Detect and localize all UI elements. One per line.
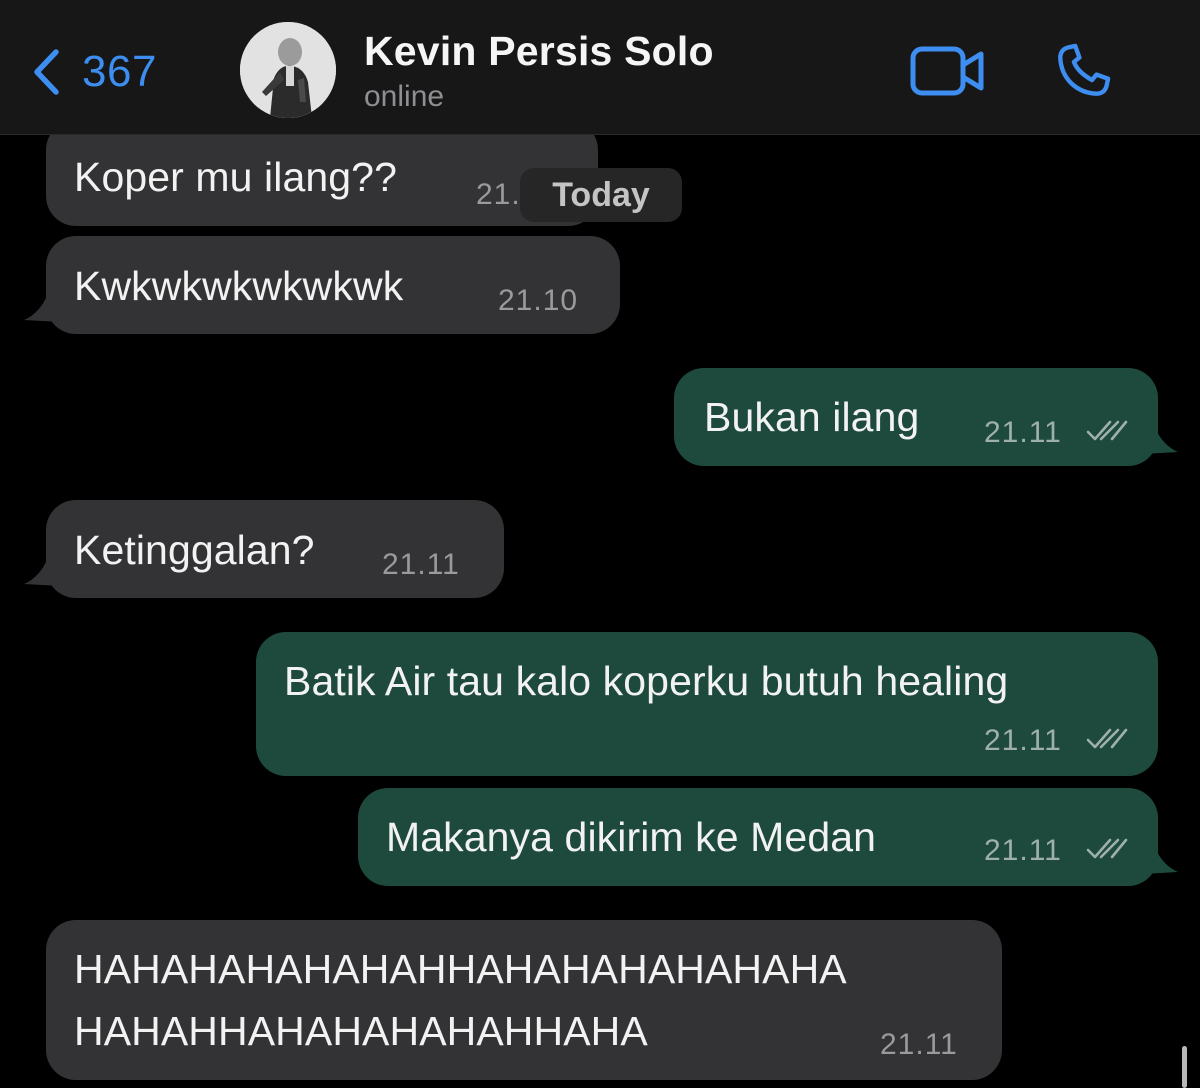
double-check-icon [1086, 420, 1128, 441]
chevron-left-icon [32, 48, 60, 96]
message-bubble-incoming[interactable]: Ketinggalan? 21.11 [46, 500, 504, 598]
bubble-tail [24, 562, 60, 586]
voice-call-button[interactable] [1052, 40, 1114, 107]
contact-avatar[interactable] [240, 22, 336, 118]
message-text-line: HAHAHAHAHAHAHHAHAHAHAHAHAHA [74, 946, 847, 992]
message-time: 21.11 [984, 724, 1062, 757]
message-text: Ketinggalan? [74, 527, 315, 573]
date-separator: Today [520, 168, 682, 222]
phone-icon [1052, 43, 1114, 106]
message-text: Koper mu ilang?? [74, 154, 397, 200]
back-button[interactable]: 367 [32, 40, 157, 104]
double-check-icon [1086, 728, 1128, 749]
bubble-tail [24, 298, 60, 322]
video-camera-icon [910, 46, 986, 100]
message-time: 21.10 [498, 284, 579, 317]
bubble-tail [1142, 850, 1178, 874]
message-bubble-outgoing[interactable]: Batik Air tau kalo koperku butuh healing… [256, 632, 1158, 776]
unread-count: 367 [82, 47, 157, 96]
contact-status: online [364, 80, 445, 113]
message-bubble-incoming[interactable]: Kwkwkwkwkwkwk 21.10 [46, 236, 620, 334]
message-bubble-outgoing[interactable]: Makanya dikirim ke Medan 21.11 [358, 788, 1158, 886]
message-text: Batik Air tau kalo koperku butuh healing [284, 658, 1009, 704]
message-text: Kwkwkwkwkwkwk [74, 263, 404, 309]
bubble-tail [1142, 430, 1178, 454]
double-check-icon [1086, 838, 1128, 859]
message-time: 21.11 [382, 548, 460, 581]
message-text-line: HAHAHHAHAHAHAHAHHAHA [74, 1008, 648, 1054]
message-bubble-outgoing[interactable]: Bukan ilang 21.11 [674, 368, 1158, 466]
message-time: 21.11 [984, 416, 1062, 449]
scrollbar[interactable] [1182, 1046, 1187, 1088]
message-time: 21.11 [984, 834, 1062, 867]
message-time: 21.11 [880, 1028, 958, 1061]
message-text: Makanya dikirim ke Medan [386, 814, 877, 860]
chat-screen: 367 Kevin Persis Solo online Koper mu il… [0, 0, 1200, 1088]
chat-header: 367 Kevin Persis Solo online [0, 0, 1200, 135]
message-text: Bukan ilang [704, 394, 920, 440]
message-bubble-incoming[interactable]: HAHAHAHAHAHAHHAHAHAHAHAHAHA HAHAHHAHAHAH… [46, 920, 1002, 1080]
message-bubble-incoming[interactable]: Koper mu ilang?? 21.1 [46, 120, 598, 226]
contact-name[interactable]: Kevin Persis Solo [364, 28, 714, 75]
video-call-button[interactable] [910, 46, 986, 101]
